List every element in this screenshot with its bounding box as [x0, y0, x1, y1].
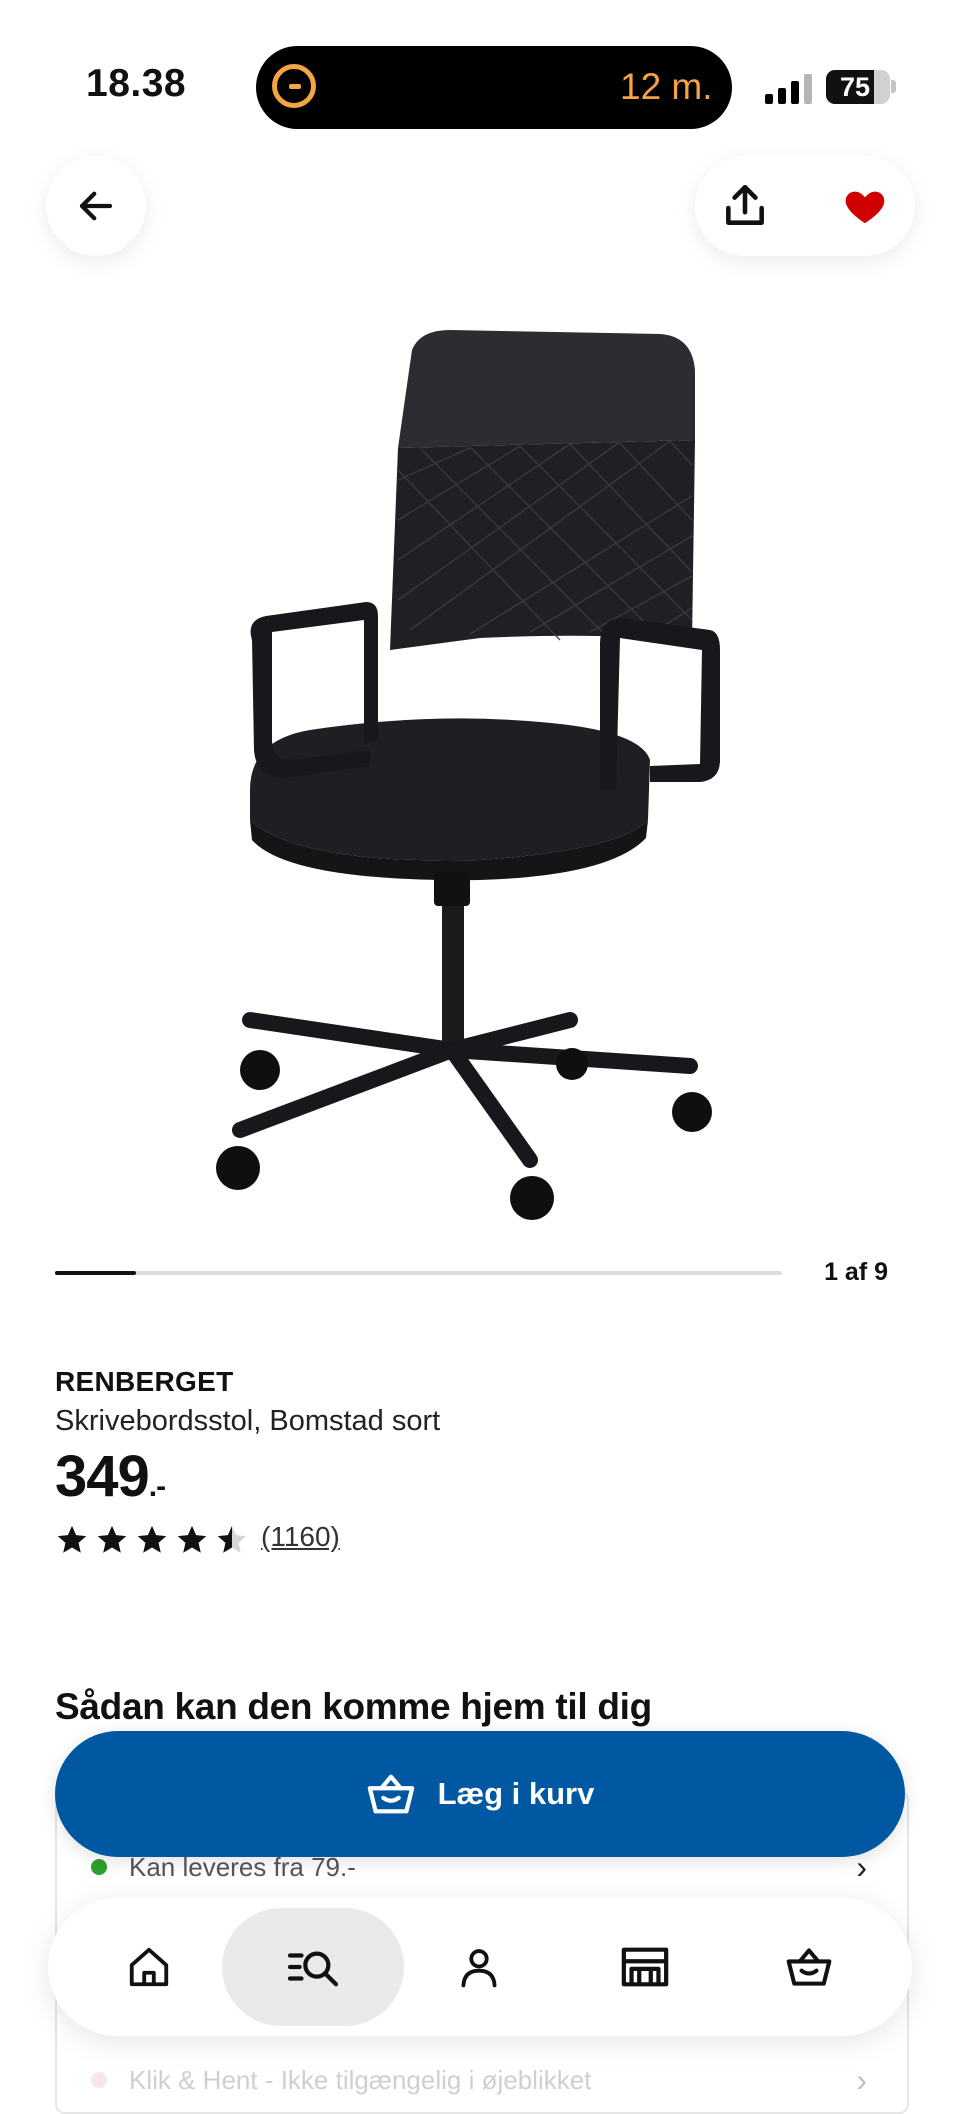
star-icon [97, 1525, 127, 1553]
battery-cap [891, 80, 896, 93]
basket-icon [367, 1774, 414, 1814]
activity-timer-text: 12 m. [620, 66, 713, 107]
nav-home[interactable] [58, 1908, 240, 2026]
star-icon [217, 1525, 247, 1553]
product-image[interactable] [180, 320, 780, 1220]
rating-stars[interactable] [55, 1523, 249, 1557]
favorite-button[interactable] [830, 168, 900, 244]
share-icon [726, 184, 764, 225]
carousel-page-indicator: 1 af 9 [824, 1258, 888, 1286]
delivery-section-title: Sådan kan den komme hjem til dig [55, 1686, 652, 1727]
signal-icon [765, 72, 813, 104]
timer-icon [272, 64, 316, 108]
user-icon [461, 1949, 497, 1988]
heart-filled-icon [845, 191, 885, 224]
product-name: RENBERGET [55, 1366, 234, 1397]
add-to-cart-button[interactable]: Læg i kurv [55, 1731, 905, 1857]
store-icon [621, 1947, 669, 1987]
product-description: Skrivebordsstol, Bomstad sort [55, 1405, 441, 1437]
nav-store[interactable] [554, 1908, 736, 2026]
back-button[interactable] [46, 156, 146, 256]
battery-level: 75 [839, 72, 871, 102]
review-count-link[interactable]: (1160) [261, 1521, 340, 1553]
star-icon [137, 1525, 167, 1553]
search-list-icon [287, 1951, 339, 1987]
basket-icon [786, 1948, 832, 1986]
status-dot-icon [91, 1859, 107, 1875]
carousel-progress-fill [55, 1271, 136, 1275]
status-dot-icon [91, 2072, 107, 2088]
product-price: 349.- [55, 1443, 166, 1510]
price-value: 349 [55, 1444, 150, 1509]
nav-cart[interactable] [718, 1908, 900, 2026]
price-suffix: .- [148, 1470, 166, 1503]
home-icon [129, 1947, 169, 1987]
arrow-left-icon [79, 191, 113, 221]
share-button[interactable] [710, 168, 780, 244]
star-icon [57, 1525, 87, 1553]
nav-profile[interactable] [388, 1908, 570, 2026]
add-to-cart-label: Læg i kurv [437, 1776, 595, 1811]
status-time: 18.38 [86, 62, 187, 105]
delivery-option-label: Klik & Hent - Ikke tilgængelig i øjeblik… [129, 2064, 592, 2095]
carousel-progress [55, 1271, 782, 1275]
star-icon [177, 1525, 207, 1553]
nav-search[interactable] [222, 1908, 404, 2026]
battery-icon: 75 [826, 70, 890, 104]
delivery-option-click-collect[interactable]: Klik & Hent - Ikke tilgængelig i øjeblik… [55, 2052, 905, 2108]
chevron-right-icon: › [856, 2061, 867, 2098]
